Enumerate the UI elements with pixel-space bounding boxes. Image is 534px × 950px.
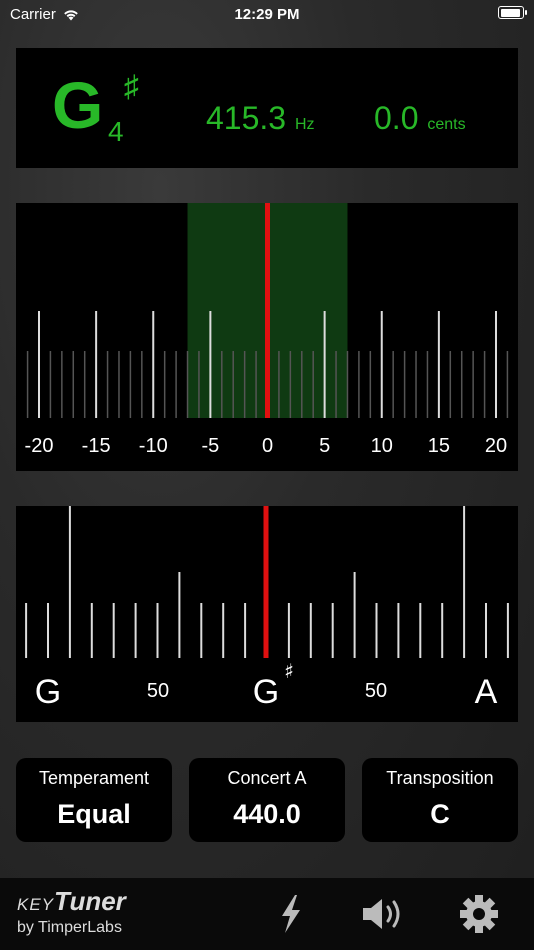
note-scale-label: G [253, 673, 279, 711]
status-bar: Carrier 12:29 PM [0, 0, 534, 30]
note-scale-label: 50 [365, 680, 387, 702]
transposition-label: Transposition [386, 768, 494, 788]
concert-a-value: 440.0 [233, 799, 301, 829]
cents-tick-label: -20 [25, 435, 54, 457]
cents-readout: 0.0 cents [374, 100, 466, 137]
cents-tick-label: 5 [319, 435, 330, 457]
lightning-icon[interactable] [268, 892, 314, 936]
note-scale-sharp: ♯ [284, 659, 294, 683]
cents-meter: -20 -15 -10 -5 0 5 10 15 20 [16, 203, 518, 471]
frequency-unit: Hz [294, 116, 315, 133]
cents-value: 0.0 [374, 100, 419, 136]
cents-tick-label: -10 [139, 435, 168, 457]
note-octave: 4 [108, 116, 124, 147]
concert-a-label: Concert A [227, 768, 307, 788]
temperament-value: Equal [57, 799, 131, 829]
note-scale-label: G [35, 673, 61, 711]
concert-a-button[interactable]: Concert A 440.0 [189, 758, 345, 842]
transposition-button[interactable]: Transposition C [362, 758, 518, 842]
cents-tick-label: -5 [201, 435, 219, 457]
note-scale-label: 50 [147, 680, 169, 702]
logo-tuner: Tuner [54, 886, 126, 916]
note-display-panel: G ♯ 4 415.3 Hz 0.0 cents [16, 48, 518, 168]
frequency-value: 415.3 [206, 100, 287, 136]
note-accidental: ♯ [124, 70, 139, 103]
note-meter: G 50 G ♯ 50 A [16, 506, 518, 722]
temperament-button[interactable]: Temperament Equal [16, 758, 172, 842]
cents-tick-label: 10 [371, 435, 393, 457]
note-meter-scale: G 50 G♯50 A [25, 506, 509, 711]
frequency-readout: 415.3 Hz [206, 100, 315, 137]
cents-tick-label: -15 [82, 435, 111, 457]
gear-icon[interactable] [456, 892, 502, 936]
cents-tick-label: 15 [428, 435, 450, 457]
logo-key: KEY [17, 895, 55, 914]
cents-tick-label: 20 [485, 435, 507, 457]
cents-meter-scale: -20 -15 -10 -5 0 5 10 15 20 [25, 203, 509, 457]
logo-byline: by TimperLabs [17, 919, 122, 936]
cents-unit: cents [427, 116, 466, 133]
cents-tick-label: 0 [262, 435, 273, 457]
temperament-label: Temperament [38, 768, 150, 788]
speaker-icon[interactable] [360, 892, 406, 936]
app-logo: KEYTuner by TimperLabs [17, 886, 126, 937]
transposition-value: C [430, 799, 450, 829]
note-letter: G [52, 68, 104, 142]
battery-icon [498, 6, 527, 19]
note-scale-label: A [475, 673, 498, 711]
status-time: 12:29 PM [234, 6, 300, 23]
bottom-bar: KEYTuner by TimperLabs [0, 878, 534, 950]
